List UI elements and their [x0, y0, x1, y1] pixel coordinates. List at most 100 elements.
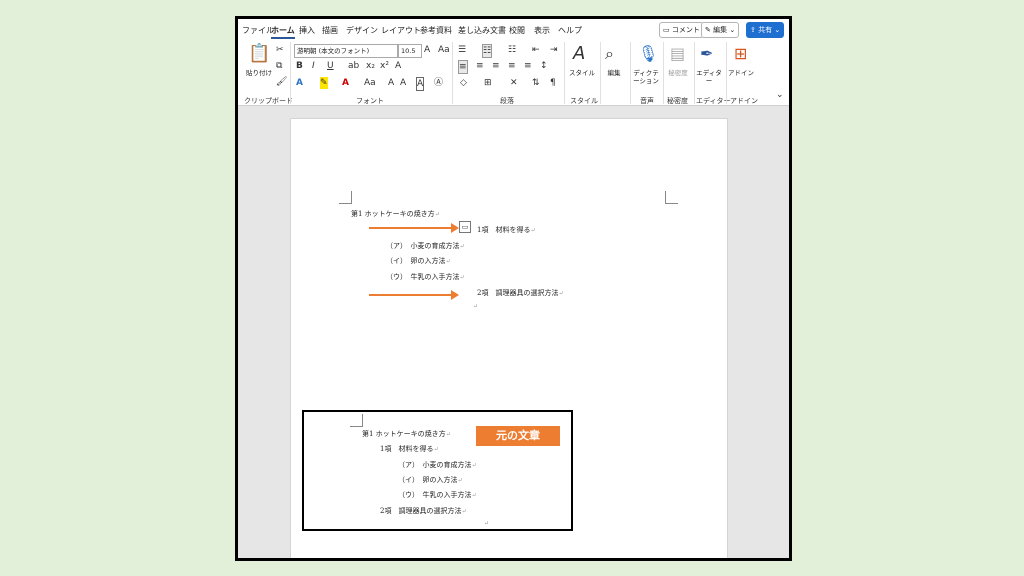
separator	[290, 42, 291, 104]
shading-icon[interactable]: ◇	[460, 77, 467, 89]
doc-chapter[interactable]: 第1 ホットケーキの焼き方↵	[351, 209, 440, 219]
align-right-icon[interactable]: ≡	[492, 60, 500, 72]
tab-design[interactable]: デザイン	[346, 25, 378, 36]
edit-mode-button[interactable]: ✎ 編集 ⌄	[701, 22, 740, 38]
separator	[694, 42, 695, 104]
italic-icon[interactable]: I	[312, 60, 315, 72]
tab-review[interactable]: 校閲	[509, 25, 525, 36]
collapse-ribbon-icon[interactable]: ⌄	[776, 89, 784, 101]
group-clipboard-label: クリップボード	[244, 97, 293, 105]
superscript-icon[interactable]: x²	[380, 60, 389, 72]
doc-item-1[interactable]: 1項 材料を得る↵	[477, 225, 536, 235]
subscript-icon[interactable]: x₂	[366, 60, 375, 72]
align-center-icon[interactable]: ≡	[476, 60, 484, 72]
text-effects-icon[interactable]: A	[296, 77, 303, 89]
word-window: ファイル ホーム 挿入 描画 デザイン レイアウト 参考資料 差し込み文書 校閲…	[235, 16, 792, 561]
original-text-badge: 元の文章	[476, 426, 560, 446]
tab-view[interactable]: 表示	[534, 25, 550, 36]
paragraph-mark: ↵	[484, 520, 490, 527]
find-icon[interactable]: ⌕	[605, 43, 614, 65]
chevron-down-icon: ⌄	[729, 26, 736, 34]
change-case-icon[interactable]: Aa	[364, 77, 376, 89]
doc-sub-u[interactable]: （ウ） 牛乳の入手方法↵	[386, 272, 465, 282]
show-marks-icon[interactable]: ¶	[550, 77, 556, 89]
sensitivity-label[interactable]: 秘密度	[665, 69, 691, 77]
paste-icon[interactable]: 📋	[248, 43, 270, 65]
sensitivity-icon[interactable]: ▤	[670, 43, 685, 65]
sort-icon[interactable]: ⇅	[532, 77, 540, 89]
separator	[452, 42, 453, 104]
share-icon: ⇪	[750, 26, 756, 34]
borders-icon[interactable]: ⊞	[484, 77, 492, 89]
decrease-indent-icon[interactable]: ⇤	[532, 44, 540, 56]
orange-arrow-line	[369, 227, 451, 229]
tab-draw[interactable]: 描画	[322, 25, 338, 36]
paste-label[interactable]: 貼り付け	[242, 69, 276, 77]
font-size-combo[interactable]: 10.5	[398, 44, 422, 58]
editor-icon[interactable]: ✒	[700, 43, 713, 65]
share-label: 共有	[758, 26, 773, 34]
comment-button[interactable]: ▭ コメント	[659, 22, 704, 38]
share-button[interactable]: ⇪ 共有 ⌄	[746, 22, 785, 38]
group-style-label: スタイル	[570, 97, 598, 105]
addin-icon[interactable]: ⊞	[734, 43, 747, 65]
doc-sub-a[interactable]: （ア） 小麦の育成方法↵	[386, 241, 465, 251]
addin-label[interactable]: アドイン	[728, 69, 754, 77]
shrink-font-size-icon[interactable]: A	[400, 77, 406, 89]
bold-icon[interactable]: B	[296, 60, 303, 72]
editor-label[interactable]: エディター	[696, 69, 722, 85]
cut-icon[interactable]: ✂	[276, 44, 284, 56]
doc-sub-i[interactable]: （イ） 卵の入方法↵	[386, 256, 451, 266]
enclosed-character-icon[interactable]: Ⓐ	[434, 77, 443, 89]
font-clear-icon[interactable]: Aa	[438, 44, 450, 56]
font-color-icon[interactable]: A	[342, 77, 349, 89]
tab-layout[interactable]: レイアウト	[381, 25, 421, 36]
tab-help[interactable]: ヘルプ	[558, 25, 582, 36]
increase-indent-icon[interactable]: ⇥	[550, 44, 558, 56]
text-effect-icon[interactable]: A	[395, 60, 401, 72]
justify-icon[interactable]: ≡	[508, 60, 516, 72]
group-sensitivity-label: 秘密度	[667, 97, 688, 105]
group-paragraph-label: 段落	[500, 97, 514, 105]
orig-item-1: 1項 材料を得る↵	[380, 445, 439, 453]
styles-icon[interactable]: A	[573, 43, 585, 65]
tab-mailings[interactable]: 差し込み文書	[458, 25, 506, 36]
comment-label: コメント	[671, 26, 700, 34]
strikethrough-icon[interactable]: ab	[348, 60, 359, 72]
bullets-icon[interactable]: ☰	[458, 44, 466, 56]
separator	[564, 42, 565, 104]
tab-home[interactable]: ホーム	[271, 25, 295, 39]
underline-icon[interactable]: U	[327, 60, 334, 72]
pencil-icon: ✎	[705, 26, 711, 34]
numbering-icon[interactable]: ☷	[482, 44, 493, 58]
dictation-label[interactable]: ディクテーション	[631, 69, 661, 85]
microphone-icon[interactable]: 🎙	[638, 43, 658, 65]
edit-mode-label: 編集	[713, 26, 728, 34]
highlight-icon[interactable]: ✎	[320, 77, 328, 89]
margin-mark	[665, 191, 678, 204]
multilevel-list-icon[interactable]: ☷	[508, 44, 516, 56]
orange-arrow-head	[451, 290, 459, 300]
grow-font-size-icon[interactable]: A	[388, 77, 394, 89]
paste-options-icon[interactable]: ▭	[459, 221, 471, 233]
copy-icon[interactable]: ⧉	[276, 60, 282, 72]
margin-mark	[350, 414, 363, 427]
separator	[663, 42, 664, 104]
align-left-icon[interactable]: ≡	[458, 60, 468, 74]
line-spacing-icon[interactable]: ↕	[540, 60, 548, 72]
doc-item-2[interactable]: 2項 調理器具の選択方法↵	[477, 288, 564, 298]
distribute-icon[interactable]: ≡	[524, 60, 532, 72]
edit-label[interactable]: 編集	[600, 69, 628, 77]
grow-font-icon[interactable]: A	[424, 44, 430, 56]
tab-references[interactable]: 参考資料	[420, 25, 452, 36]
tab-file[interactable]: ファイル	[242, 25, 274, 36]
orig-sub-a: （ア） 小麦の育成方法↵	[398, 461, 477, 469]
orig-chapter: 第1 ホットケーキの焼き方↵	[362, 430, 451, 438]
group-addin-label: アドイン	[730, 97, 758, 105]
styles-label[interactable]: スタイル	[566, 69, 598, 77]
font-name-combo[interactable]: 游明朝 (本文のフォント)	[294, 44, 398, 58]
tab-insert[interactable]: 挿入	[299, 25, 315, 36]
format-painter-icon[interactable]: 🖌	[276, 76, 287, 88]
character-border-icon[interactable]: A	[416, 77, 425, 91]
asian-layout-icon[interactable]: ✕	[510, 77, 518, 89]
